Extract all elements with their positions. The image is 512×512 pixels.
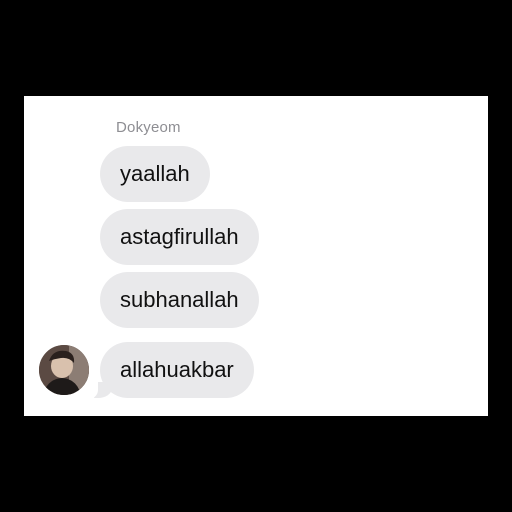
chat-screen: Dokyeom yaallah astagfirullah subhanalla…: [24, 96, 488, 416]
avatar[interactable]: [39, 345, 89, 395]
profile-photo-icon: [39, 345, 89, 395]
sender-name: Dokyeom: [116, 119, 181, 136]
message-bubble[interactable]: astagfirullah: [100, 209, 259, 265]
message-bubble[interactable]: yaallah: [100, 146, 210, 202]
message-bubble[interactable]: allahuakbar: [100, 342, 254, 398]
message-bubble[interactable]: subhanallah: [100, 272, 259, 328]
